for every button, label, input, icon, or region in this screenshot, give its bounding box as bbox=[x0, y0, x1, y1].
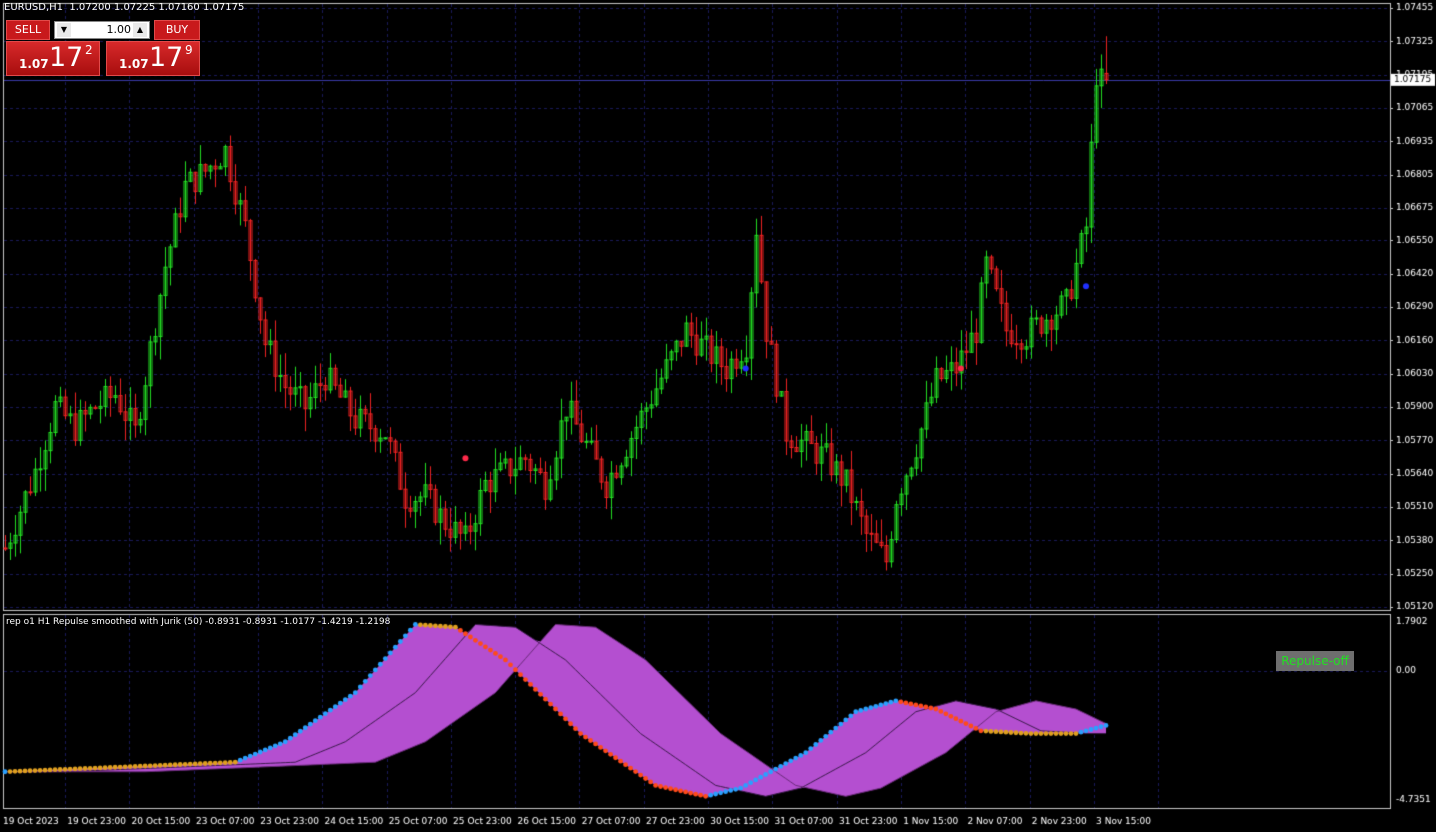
buy-price-quote[interactable]: 1.07 17 9 bbox=[106, 41, 200, 76]
lot-size-input[interactable]: 1.00 bbox=[75, 22, 132, 38]
sell-price-fraction: 2 bbox=[85, 43, 93, 57]
sell-price-quote[interactable]: 1.07 17 2 bbox=[6, 41, 100, 76]
repulse-off-button[interactable]: Repulse-off bbox=[1276, 651, 1354, 671]
buy-price-fraction: 9 bbox=[185, 43, 193, 57]
sell-button[interactable]: SELL bbox=[6, 20, 50, 40]
one-click-trading-panel: SELL ▼ 1.00 ▲ BUY 1.07 17 2 1.07 17 9 bbox=[6, 20, 200, 76]
chevron-down-icon[interactable]: ▼ bbox=[57, 23, 71, 37]
symbol-header: EURUSD,H1 1.07200 1.07225 1.07160 1.0717… bbox=[4, 2, 245, 13]
price-chart-canvas[interactable] bbox=[0, 0, 1436, 832]
buy-price-pips: 17 bbox=[149, 42, 184, 73]
buy-price-prefix: 1.07 bbox=[119, 57, 149, 71]
sell-price-prefix: 1.07 bbox=[19, 57, 49, 71]
indicator-caption: rep o1 H1 Repulse smoothed with Jurik (5… bbox=[6, 617, 391, 627]
buy-button[interactable]: BUY bbox=[154, 20, 200, 40]
chevron-up-icon[interactable]: ▲ bbox=[133, 23, 147, 37]
sell-price-pips: 17 bbox=[49, 42, 84, 73]
lot-size-stepper[interactable]: ▼ 1.00 ▲ bbox=[54, 21, 150, 39]
